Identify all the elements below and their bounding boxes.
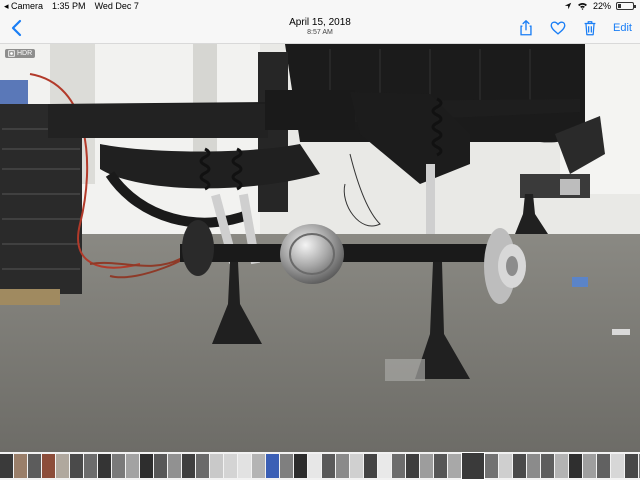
photo-thumbnail[interactable] <box>364 454 377 478</box>
photo-thumbnail[interactable] <box>168 454 181 478</box>
photo-thumbnail[interactable] <box>182 454 195 478</box>
photo-thumbnail[interactable] <box>280 454 293 478</box>
photo-thumbnail[interactable] <box>448 454 461 478</box>
photo-thumbnail[interactable] <box>14 454 27 478</box>
status-date: Wed Dec 7 <box>94 1 139 11</box>
photo-thumbnail[interactable] <box>154 454 167 478</box>
hdr-badge: HDR <box>5 49 36 58</box>
photo-thumbnail[interactable] <box>434 454 447 478</box>
photo-thumbnail[interactable] <box>42 454 55 478</box>
battery-level <box>618 4 621 8</box>
photo-thumbnail[interactable] <box>238 454 251 478</box>
nav-bar: April 15, 2018 8:57 AM Edit <box>0 14 640 44</box>
wifi-icon <box>578 3 587 10</box>
status-right: 22% <box>564 1 636 11</box>
back-to-app-link[interactable]: ◂ Camera <box>4 1 43 12</box>
photo-thumbnail[interactable] <box>28 454 41 478</box>
hdr-icon <box>8 50 15 57</box>
photo-thumbnail[interactable] <box>569 454 582 478</box>
photo-thumbnail[interactable] <box>266 454 279 478</box>
photo-thumbnail[interactable] <box>70 454 83 478</box>
photo-thumbnail[interactable] <box>420 454 433 478</box>
photo-thumbnail[interactable] <box>378 454 391 478</box>
photo-thumbnail[interactable] <box>98 454 111 478</box>
hdr-label: HDR <box>17 50 33 57</box>
photo-thumbnail[interactable] <box>126 454 139 478</box>
battery-icon <box>616 2 636 10</box>
status-bar: ◂ Camera 1:35 PM Wed Dec 7 22% <box>0 0 640 14</box>
photo-thumbnail[interactable] <box>112 454 125 478</box>
trash-icon[interactable] <box>581 19 599 37</box>
photo-thumbnail[interactable] <box>84 454 97 478</box>
photo-thumbnail[interactable] <box>625 454 638 478</box>
nav-actions: Edit <box>517 19 632 37</box>
photo-thumbnail[interactable] <box>499 454 512 478</box>
heart-icon[interactable] <box>549 19 567 37</box>
location-icon <box>564 2 572 10</box>
photo-thumbnail[interactable] <box>406 454 419 478</box>
photo-thumbnail[interactable] <box>513 454 526 478</box>
status-time: 1:35 PM <box>52 1 86 11</box>
photo-thumbnail[interactable] <box>140 454 153 478</box>
photo-thumbnail[interactable] <box>350 454 363 478</box>
photo-thumbnail[interactable] <box>527 454 540 478</box>
photo-thumbnail[interactable] <box>224 454 237 478</box>
photo-thumbnail[interactable] <box>322 454 335 478</box>
edit-button[interactable]: Edit <box>613 22 632 34</box>
photo-thumbnail[interactable] <box>611 454 624 478</box>
photo-thumbnail[interactable] <box>336 454 349 478</box>
photo-thumbnail[interactable] <box>0 454 13 478</box>
truck-chassis-photo <box>0 44 640 452</box>
photo-thumbnail[interactable] <box>392 454 405 478</box>
photo-thumbnail[interactable] <box>485 454 498 478</box>
thumbnail-strip[interactable] <box>0 452 640 480</box>
share-icon[interactable] <box>517 19 535 37</box>
photo-thumbnail[interactable] <box>210 454 223 478</box>
photo-thumbnail[interactable] <box>583 454 596 478</box>
status-left: ◂ Camera 1:35 PM Wed Dec 7 <box>4 1 139 12</box>
photo-thumbnail[interactable] <box>56 454 69 478</box>
photo-thumbnail[interactable] <box>308 454 321 478</box>
photo-thumbnail[interactable] <box>252 454 265 478</box>
photo-thumbnail[interactable] <box>196 454 209 478</box>
photo-thumbnail[interactable] <box>555 454 568 478</box>
photo-thumbnail[interactable] <box>461 452 485 480</box>
photo-thumbnail[interactable] <box>541 454 554 478</box>
photo-thumbnail[interactable] <box>294 454 307 478</box>
battery-percent: 22% <box>592 1 611 11</box>
photo-thumbnail[interactable] <box>597 454 610 478</box>
photo-viewer[interactable]: HDR <box>0 44 640 452</box>
